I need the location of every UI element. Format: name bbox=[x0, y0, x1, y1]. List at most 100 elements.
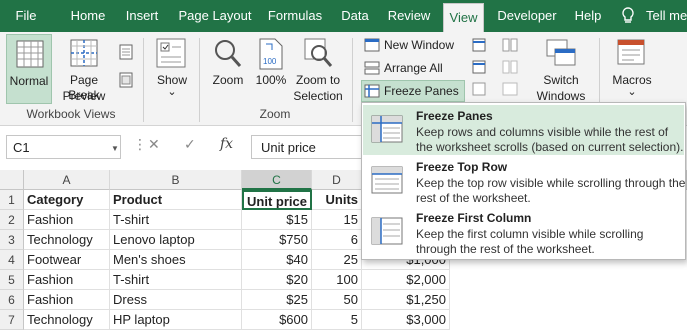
table-cell[interactable]: 5 bbox=[312, 310, 362, 330]
freeze-panes-icon bbox=[371, 115, 403, 146]
table-cell[interactable]: $750 bbox=[242, 230, 312, 250]
column-header-b[interactable]: B bbox=[110, 170, 242, 190]
table-cell[interactable]: $40 bbox=[242, 250, 312, 270]
cell-c1[interactable]: Unit price bbox=[242, 190, 312, 210]
column-header-c[interactable]: C bbox=[242, 170, 312, 190]
tab-insert[interactable]: Insert bbox=[120, 0, 164, 32]
page-layout-view-icon[interactable] bbox=[119, 44, 133, 63]
menu-item-freeze-top-row[interactable]: Freeze Top Row Keep the top row visible … bbox=[363, 156, 686, 206]
arrange-all-button[interactable]: Arrange All bbox=[362, 58, 458, 78]
menu-item-freeze-panes[interactable]: Freeze Panes Keep rows and columns visib… bbox=[363, 105, 684, 155]
macros-icon bbox=[617, 39, 647, 71]
tab-review[interactable]: Review bbox=[384, 0, 434, 32]
table-cell[interactable]: 15 bbox=[312, 210, 362, 230]
tab-help[interactable]: Help bbox=[570, 0, 606, 32]
table-cell[interactable]: Fashion bbox=[24, 210, 110, 230]
table-cell[interactable]: Lenovo laptop bbox=[110, 230, 242, 250]
table-cell[interactable]: $1,250 bbox=[362, 290, 450, 310]
menu-item-freeze-first-column[interactable]: Freeze First Column Keep the first colum… bbox=[363, 207, 684, 257]
page-break-preview-button[interactable]: Page Break Preview bbox=[54, 34, 114, 104]
row-header[interactable]: 7 bbox=[0, 310, 24, 330]
table-cell[interactable]: $600 bbox=[242, 310, 312, 330]
tab-page-layout[interactable]: Page Layout bbox=[172, 0, 258, 32]
cell-d1[interactable]: Units bbox=[312, 190, 362, 210]
tab-developer[interactable]: Developer bbox=[494, 0, 560, 32]
tab-formulas[interactable]: Formulas bbox=[264, 0, 326, 32]
unhide-icon[interactable] bbox=[472, 82, 486, 99]
menu-item-title: Freeze Top Row bbox=[416, 160, 508, 174]
zoom-to-selection-button[interactable]: Zoom to Selection bbox=[292, 34, 344, 104]
freeze-panes-button[interactable]: Freeze Panes ▾ bbox=[361, 80, 465, 117]
lightbulb-icon[interactable] bbox=[621, 7, 635, 28]
group-separator bbox=[199, 38, 200, 122]
dots-icon: ⋮ bbox=[133, 136, 147, 152]
normal-view-button[interactable]: Normal bbox=[6, 34, 52, 104]
show-button[interactable]: Show ⌄ bbox=[150, 34, 194, 104]
tell-me-search[interactable]: Tell me bbox=[646, 0, 687, 32]
table-cell[interactable]: $20 bbox=[242, 270, 312, 290]
freeze-panes-icon bbox=[364, 84, 380, 104]
zoom-button[interactable]: Zoom bbox=[205, 34, 251, 104]
freeze-panes-menu: Freeze Panes Keep rows and columns visib… bbox=[361, 102, 686, 260]
column-header-a[interactable]: A bbox=[24, 170, 110, 190]
table-cell[interactable]: Men's shoes bbox=[110, 250, 242, 270]
row-header[interactable]: 5 bbox=[0, 270, 24, 290]
enter-check-icon[interactable]: ✓ bbox=[184, 136, 196, 153]
table-cell[interactable]: 50 bbox=[312, 290, 362, 310]
table-cell[interactable]: HP laptop bbox=[110, 310, 242, 330]
switch-windows-button[interactable]: Switch Windows bbox=[530, 34, 592, 104]
table-cell[interactable]: 6 bbox=[312, 230, 362, 250]
menu-item-description: Keep the first column visible while scro… bbox=[416, 227, 644, 256]
zoom-selection-label-1: Zoom to bbox=[295, 73, 340, 87]
name-box-chevron-down-icon[interactable]: ▼ bbox=[111, 144, 119, 153]
hide-icon[interactable] bbox=[472, 60, 486, 77]
cell-a1[interactable]: Category bbox=[24, 190, 110, 210]
table-cell[interactable]: Dress bbox=[110, 290, 242, 310]
tab-data[interactable]: Data bbox=[336, 0, 374, 32]
select-all-corner[interactable] bbox=[0, 170, 24, 190]
menu-item-description: Keep the top row visible while scrolling… bbox=[416, 176, 686, 205]
arrange-all-icon bbox=[364, 61, 380, 81]
view-side-by-side-icon[interactable] bbox=[502, 38, 518, 55]
name-box[interactable]: C1 bbox=[6, 135, 121, 159]
table-cell[interactable]: 25 bbox=[312, 250, 362, 270]
ribbon-tab-bar: File Home Insert Page Layout Formulas Da… bbox=[0, 0, 687, 32]
row-header[interactable]: 4 bbox=[0, 250, 24, 270]
zoom-label: Zoom bbox=[212, 73, 244, 87]
table-cell[interactable]: $3,000 bbox=[362, 310, 450, 330]
table-cell[interactable]: T-shirt bbox=[110, 210, 242, 230]
tab-view[interactable]: View bbox=[443, 3, 484, 32]
tab-file[interactable]: File bbox=[0, 0, 52, 32]
zoom-group-label: Zoom bbox=[259, 107, 291, 121]
reset-window-position-icon[interactable] bbox=[502, 82, 518, 99]
table-cell[interactable]: Technology bbox=[24, 310, 110, 330]
menu-item-title: Freeze Panes bbox=[416, 109, 493, 123]
column-header-d[interactable]: D bbox=[312, 170, 362, 190]
svg-text:100: 100 bbox=[263, 57, 277, 66]
insert-function-icon[interactable]: fx bbox=[220, 136, 233, 152]
cancel-icon[interactable]: ✕ bbox=[148, 136, 160, 153]
custom-views-icon[interactable] bbox=[119, 72, 133, 91]
split-icon[interactable] bbox=[472, 38, 486, 55]
macros-button[interactable]: Macros ⌄ bbox=[608, 34, 656, 104]
new-window-button[interactable]: New Window bbox=[362, 35, 458, 55]
table-cell[interactable]: $2,000 bbox=[362, 270, 450, 290]
zoom-100-button[interactable]: 100 100% bbox=[252, 34, 290, 104]
table-cell[interactable]: T-shirt bbox=[110, 270, 242, 290]
table-cell[interactable]: 100 bbox=[312, 270, 362, 290]
row-header[interactable]: 1 bbox=[0, 190, 24, 210]
row-header[interactable]: 3 bbox=[0, 230, 24, 250]
table-cell[interactable]: Technology bbox=[24, 230, 110, 250]
table-cell[interactable]: Fashion bbox=[24, 270, 110, 290]
row-header[interactable]: 2 bbox=[0, 210, 24, 230]
table-cell[interactable]: Footwear bbox=[24, 250, 110, 270]
table-cell[interactable]: $15 bbox=[242, 210, 312, 230]
table-cell[interactable]: $25 bbox=[242, 290, 312, 310]
freeze-panes-label: Freeze Panes bbox=[384, 84, 459, 98]
table-cell[interactable]: Fashion bbox=[24, 290, 110, 310]
cell-b1[interactable]: Product bbox=[110, 190, 242, 210]
tab-home[interactable]: Home bbox=[62, 0, 114, 32]
sync-scroll-icon[interactable] bbox=[502, 60, 518, 77]
page-break-label-2: Preview bbox=[62, 89, 106, 103]
row-header[interactable]: 6 bbox=[0, 290, 24, 310]
